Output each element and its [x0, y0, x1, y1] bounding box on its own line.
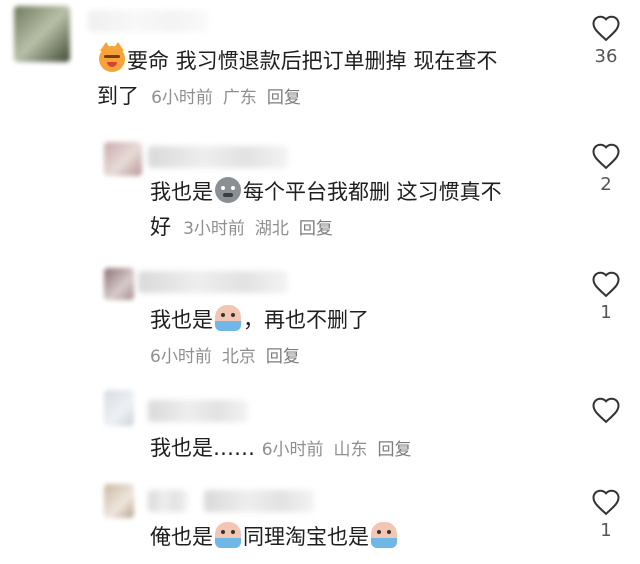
grey-sad-face-icon	[215, 177, 241, 203]
username-blurred[interactable]	[148, 400, 248, 422]
crying-tears-icon	[215, 522, 241, 548]
comment-meta: 3小时前 湖北 回复	[178, 219, 343, 239]
timestamp: 6小时前	[150, 347, 212, 367]
comment-meta: 6小时前 广东 回复	[146, 88, 311, 108]
comment-meta: 6小时前 山东 回复	[262, 440, 422, 460]
comment-text-line: 同理淘宝也是	[243, 525, 369, 549]
heart-icon	[592, 489, 620, 516]
comment-text: 俺也是 同理淘宝也是	[150, 520, 550, 555]
comment-text: 我也是…… 6小时前 山东 回复	[150, 431, 550, 468]
avatar[interactable]	[104, 390, 134, 426]
username-blurred[interactable]	[204, 490, 314, 512]
comment-text-line: ，再也不删了	[243, 308, 369, 332]
like-button[interactable]: 1	[586, 488, 626, 541]
reply-button[interactable]: 回复	[267, 88, 301, 108]
timestamp: 3小时前	[183, 219, 245, 239]
avatar[interactable]	[104, 142, 142, 176]
comment-text-line: 我也是	[150, 180, 213, 204]
reply-button[interactable]: 回复	[266, 347, 300, 367]
username-blurred[interactable]	[138, 271, 288, 293]
like-count: 1	[600, 302, 612, 323]
like-button[interactable]	[586, 396, 626, 424]
reply-button[interactable]: 回复	[299, 219, 333, 239]
like-count: 36	[594, 46, 618, 67]
comment-text-line: 要命 我习惯退款后把订单删掉 现在查不	[127, 49, 498, 73]
comment-text: 要命 我习惯退款后把订单删掉 现在查不 到了 6小时前 广东 回复	[97, 42, 567, 116]
username-blurred[interactable]	[148, 490, 188, 512]
comment-text-line: 我也是	[150, 308, 213, 332]
username-blurred[interactable]	[148, 146, 288, 168]
like-button[interactable]: 2	[586, 142, 626, 195]
comment-text: 我也是 ，再也不删了 6小时前 北京 回复	[150, 303, 550, 375]
location: 湖北	[254, 219, 289, 239]
heart-icon	[592, 397, 620, 424]
comment-meta: 6小时前 北京 回复	[150, 347, 310, 367]
like-button[interactable]: 1	[586, 270, 626, 323]
timestamp: 6小时前	[261, 440, 324, 460]
comment-text-line: 好	[150, 215, 171, 239]
heart-icon	[592, 271, 620, 298]
location: 广东	[222, 88, 257, 108]
comment-text-line: 到了	[97, 84, 139, 108]
comment-text-line: 俺也是	[150, 525, 213, 549]
heart-icon	[592, 15, 620, 42]
avatar[interactable]	[104, 268, 134, 300]
reply-button[interactable]: 回复	[378, 440, 412, 460]
like-count: 2	[600, 174, 612, 195]
crying-tears-icon	[371, 522, 397, 548]
timestamp: 6小时前	[151, 88, 213, 108]
avatar[interactable]	[104, 484, 134, 518]
location: 北京	[221, 347, 256, 367]
comment-text-line: 我也是……	[150, 436, 255, 460]
like-count: 1	[600, 520, 612, 541]
comment-text: 我也是 每个平台我都删 这习惯真不 好 3小时前 湖北 回复	[150, 175, 550, 247]
like-button[interactable]: 36	[586, 14, 626, 67]
comment-text-line: 每个平台我都删 这习惯真不	[243, 180, 502, 204]
avatar[interactable]	[14, 6, 70, 62]
heart-icon	[592, 143, 620, 170]
location: 山东	[333, 440, 368, 460]
username-blurred[interactable]	[88, 10, 208, 32]
crying-tears-icon	[215, 305, 241, 331]
cat-crying-icon	[99, 42, 125, 72]
